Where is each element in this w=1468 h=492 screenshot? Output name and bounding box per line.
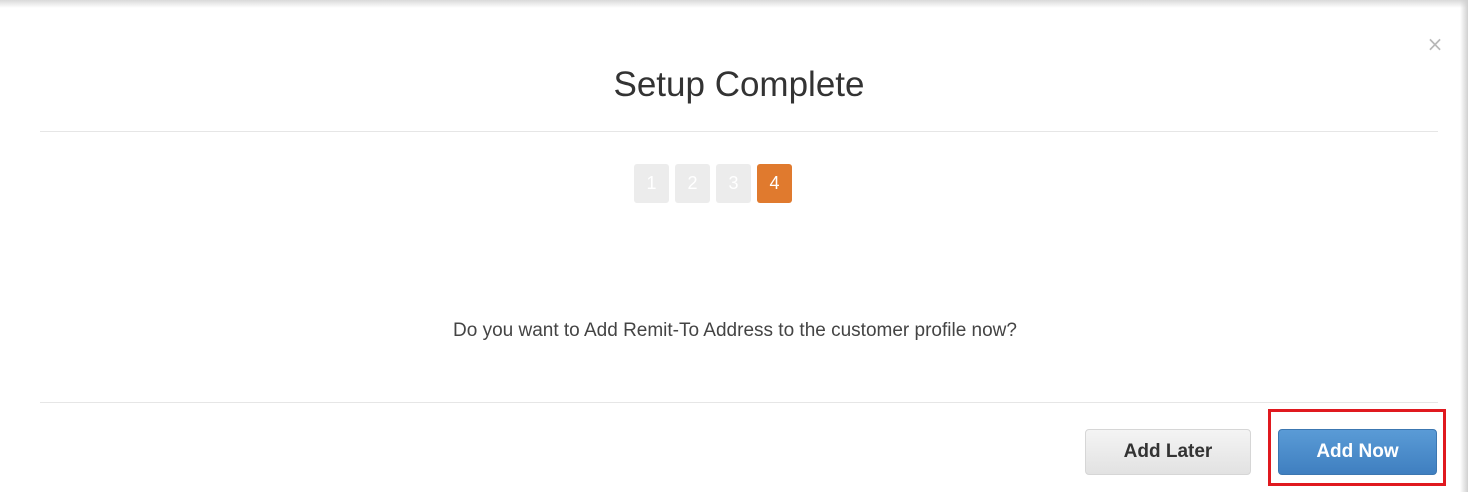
close-icon[interactable]: × — [1424, 32, 1446, 56]
footer-divider — [40, 402, 1438, 403]
step-3: 3 — [716, 164, 751, 203]
step-indicator: 1 2 3 4 — [634, 164, 792, 203]
add-later-button[interactable]: Add Later — [1085, 429, 1251, 475]
dialog-title: Setup Complete — [613, 65, 865, 104]
setup-complete-dialog: × Setup Complete 1 2 3 4 Do you want to … — [0, 0, 1468, 492]
step-2: 2 — [675, 164, 710, 203]
header-divider — [40, 131, 1438, 132]
dialog-top-shadow — [0, 0, 1468, 8]
add-now-button[interactable]: Add Now — [1278, 429, 1437, 475]
step-4-active: 4 — [757, 164, 792, 203]
step-1: 1 — [634, 164, 669, 203]
remit-to-question: Do you want to Add Remit-To Address to t… — [453, 320, 1017, 341]
